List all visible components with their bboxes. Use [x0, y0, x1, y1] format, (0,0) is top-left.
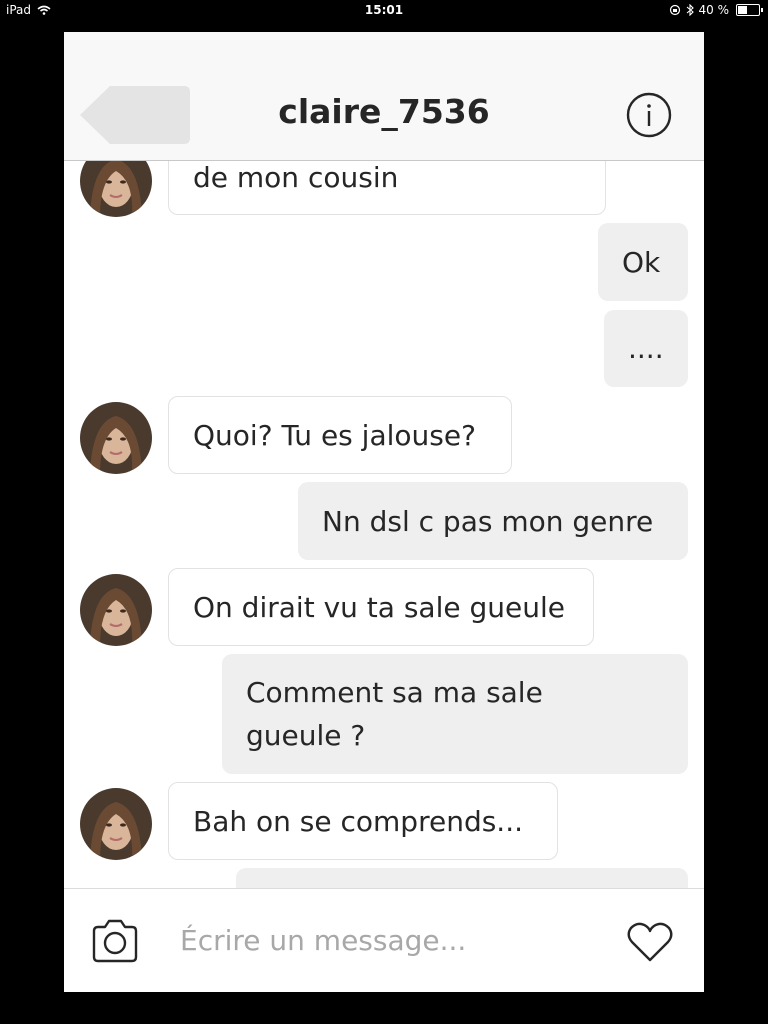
avatar[interactable]: [80, 788, 152, 860]
profile-photo-icon: [80, 161, 152, 217]
avatar[interactable]: [80, 402, 152, 474]
outgoing-message-bubble[interactable]: ....: [604, 310, 688, 387]
status-time: 15:01: [364, 3, 404, 17]
message-text: Bah on se comprends...: [193, 804, 524, 838]
message-text: On dirait vu ta sale gueule: [193, 590, 565, 624]
message-text: ....: [628, 332, 664, 365]
message-text: Ok: [622, 245, 661, 279]
conversation-title: claire_7536: [278, 92, 490, 131]
incoming-message-bubble[interactable]: Bah on se comprends...: [168, 782, 558, 860]
avatar[interactable]: [80, 161, 152, 217]
battery-icon: [736, 4, 763, 16]
battery-cap: [761, 8, 763, 12]
incoming-message-bubble[interactable]: Quoi? Tu es jalouse?: [168, 396, 512, 474]
battery-percent: 40 %: [698, 3, 730, 17]
outgoing-message-bubble[interactable]: Ok: [598, 223, 688, 301]
message-text: Comment sa ma sale gueule ?: [246, 676, 543, 752]
message-list[interactable]: de mon cousin Ok .... Quoi? Tu es jalous…: [64, 161, 704, 889]
profile-photo-icon: [80, 788, 152, 860]
outgoing-message-bubble[interactable]: Comment sa ma sale gueule ?: [222, 654, 688, 774]
camera-icon: [92, 919, 138, 963]
incoming-message-bubble[interactable]: de mon cousin: [168, 161, 606, 215]
chat-window: claire_7536 de mon cousin Ok .... Quoi? …: [64, 32, 704, 992]
avatar[interactable]: [80, 574, 152, 646]
heart-icon: [627, 922, 673, 962]
incoming-message-bubble[interactable]: On dirait vu ta sale gueule: [168, 568, 594, 646]
status-bar-right: 40 %: [669, 3, 763, 17]
message-composer: [64, 888, 704, 992]
info-icon: [626, 92, 672, 138]
battery-level: [738, 6, 747, 14]
orientation-lock-icon: [669, 4, 680, 16]
chat-header: claire_7536: [64, 32, 704, 161]
like-button[interactable]: [626, 921, 674, 963]
message-text: Nn dsl c pas mon genre: [322, 504, 654, 538]
profile-photo-icon: [80, 402, 152, 474]
message-text: Quoi? Tu es jalouse?: [193, 418, 476, 452]
bluetooth-icon: [686, 4, 694, 16]
outgoing-message-bubble[interactable]: Nn dsl c pas mon genre: [298, 482, 688, 560]
message-input[interactable]: [180, 915, 580, 965]
profile-photo-icon: [80, 574, 152, 646]
status-bar: iPad 15:01 40 %: [0, 0, 768, 22]
outgoing-message-bubble[interactable]: [236, 868, 688, 889]
camera-button[interactable]: [90, 919, 140, 963]
info-button[interactable]: [626, 92, 672, 138]
message-text: de mon cousin: [193, 161, 399, 194]
